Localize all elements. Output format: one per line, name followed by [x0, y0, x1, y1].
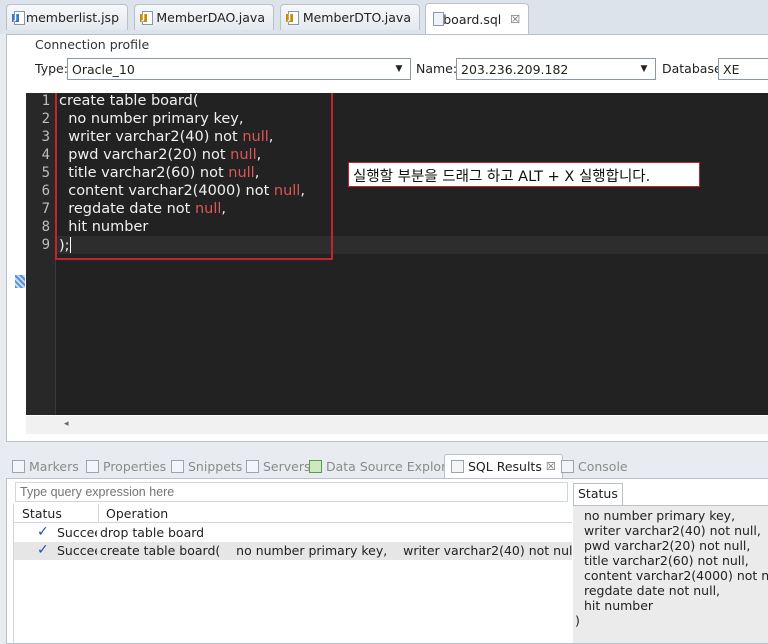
tab-sql-results[interactable]: SQL Results ☒	[444, 454, 563, 478]
tab-label: *board.sql	[437, 11, 502, 27]
properties-icon	[86, 459, 99, 473]
tab-label: Data Source Explorer	[326, 458, 459, 474]
success-check-icon: ✓	[37, 524, 49, 540]
close-icon[interactable]: ☒	[546, 460, 556, 473]
view-tab-bar: Markers Properties Snippets Servers Data…	[6, 452, 768, 478]
line-number: 8	[41, 219, 50, 235]
connection-profile-title: Connection profile	[35, 37, 150, 52]
line-number: 1	[41, 93, 50, 109]
tab-console[interactable]: Console	[561, 456, 628, 476]
scroll-left-icon[interactable]: ◂	[64, 419, 69, 429]
code-editor[interactable]: 1 2 3 4 5 6 7 8 9 create table board( no…	[26, 93, 768, 415]
java-file-icon: J	[140, 10, 153, 26]
tab-data-source-explorer[interactable]: Data Source Explorer	[309, 456, 459, 476]
servers-icon	[246, 459, 259, 473]
tab-label: MemberDTO.java	[302, 10, 411, 25]
tab-memberdao-java[interactable]: J MemberDAO.java	[134, 4, 274, 30]
tab-properties[interactable]: Properties	[86, 456, 166, 476]
status-line: pwd varchar2(20) not null,	[584, 538, 751, 553]
tab-label: MemberDAO.java	[156, 10, 265, 25]
row-operation: drop table board	[100, 525, 205, 540]
tab-snippets[interactable]: Snippets	[171, 456, 242, 476]
status-line: no number primary key,	[584, 508, 736, 523]
type-value: Oracle_10	[72, 61, 135, 77]
tab-label: Console	[578, 458, 628, 474]
database-label: Database:	[662, 61, 726, 76]
status-panel: Status no number primary key, writer var…	[573, 481, 768, 643]
close-icon[interactable]: ☒	[510, 13, 520, 26]
editor-tab-bar: J memberlist.jsp J MemberDAO.java J Memb…	[0, 0, 768, 34]
line-number-gutter: 1 2 3 4 5 6 7 8 9	[26, 93, 56, 415]
column-divider[interactable]	[98, 504, 99, 523]
line-number: 9	[41, 237, 50, 253]
results-table: Status Operation ✓ Succeeded drop table …	[13, 504, 572, 643]
markers-icon	[12, 459, 25, 473]
row-status: Succeeded	[57, 525, 97, 540]
status-line: regdate date not null,	[584, 583, 721, 598]
line-number: 7	[41, 201, 50, 217]
chevron-down-icon: ▼	[395, 64, 403, 74]
database-value: XE	[723, 61, 740, 77]
sql-editor: Connection profile Type: Oracle_10 ▼ Nam…	[6, 34, 768, 442]
tab-board-sql[interactable]: *board.sql ☒	[425, 3, 529, 34]
name-label: Name:	[416, 61, 458, 76]
sql-results-icon	[451, 460, 464, 473]
row-status: Succeeded	[57, 543, 97, 558]
line-number: 6	[41, 183, 50, 199]
table-header: Status Operation	[14, 504, 572, 523]
table-row[interactable]: ✓ Succeeded drop table board	[14, 524, 572, 542]
status-line: hit number	[584, 598, 654, 613]
tab-label: memberlist.jsp	[25, 10, 119, 25]
chevron-down-icon: ▼	[640, 64, 648, 74]
status-line: )	[575, 613, 580, 628]
console-icon	[561, 459, 574, 473]
table-row[interactable]: ✓ Succeeded create table board( no numbe…	[14, 542, 572, 560]
tab-status[interactable]: Status	[573, 483, 623, 505]
database-select[interactable]: XE	[718, 58, 768, 80]
horizontal-scrollbar[interactable]: ◂	[26, 416, 768, 434]
connection-profile: Connection profile Type: Oracle_10 ▼ Nam…	[7, 35, 768, 91]
tab-label: Markers	[29, 458, 79, 474]
name-select[interactable]: 203.236.209.182 ▼	[456, 58, 656, 80]
status-line: title varchar2(60) not null,	[584, 553, 749, 568]
tab-label: Snippets	[188, 458, 243, 474]
tab-memberlist-jsp[interactable]: J memberlist.jsp	[6, 4, 128, 30]
line-number: 3	[41, 129, 50, 145]
type-select[interactable]: Oracle_10 ▼	[67, 58, 411, 80]
row-operation: create table board( no number primary ke…	[100, 543, 572, 558]
name-value: 203.236.209.182	[461, 61, 569, 77]
line-number: 5	[41, 165, 50, 181]
status-line: writer varchar2(40) not null,	[584, 523, 761, 538]
type-label: Type:	[35, 61, 68, 76]
status-text-area: no number primary key, writer varchar2(4…	[573, 505, 768, 643]
tab-memberdto-java[interactable]: J MemberDTO.java	[280, 4, 420, 30]
tab-label: Properties	[103, 458, 167, 474]
success-check-icon: ✓	[37, 542, 49, 558]
query-filter-input[interactable]	[15, 482, 568, 502]
tab-servers[interactable]: Servers	[246, 456, 311, 476]
snippets-icon	[171, 459, 184, 473]
line-number: 4	[41, 147, 50, 163]
line-number: 2	[41, 111, 50, 127]
column-header-operation[interactable]: Operation	[106, 506, 168, 521]
data-source-icon	[309, 459, 322, 473]
java-file-icon: J	[286, 10, 299, 26]
status-line: content varchar2(4000) not null,	[584, 568, 768, 583]
column-header-status[interactable]: Status	[22, 506, 62, 521]
tab-label: Servers	[263, 458, 311, 474]
current-line-marker-icon	[15, 275, 25, 288]
tab-markers[interactable]: Markers	[12, 456, 79, 476]
jsp-file-icon: J	[12, 10, 25, 26]
annotation-callout: 실행할 부분을 드래그 하고 ALT + X 실행합니다.	[348, 162, 700, 187]
selection-highlight-box	[55, 93, 333, 260]
tab-label: SQL Results	[468, 459, 542, 474]
sql-results-pane: Status Operation ✓ Succeeded drop table …	[6, 478, 768, 644]
